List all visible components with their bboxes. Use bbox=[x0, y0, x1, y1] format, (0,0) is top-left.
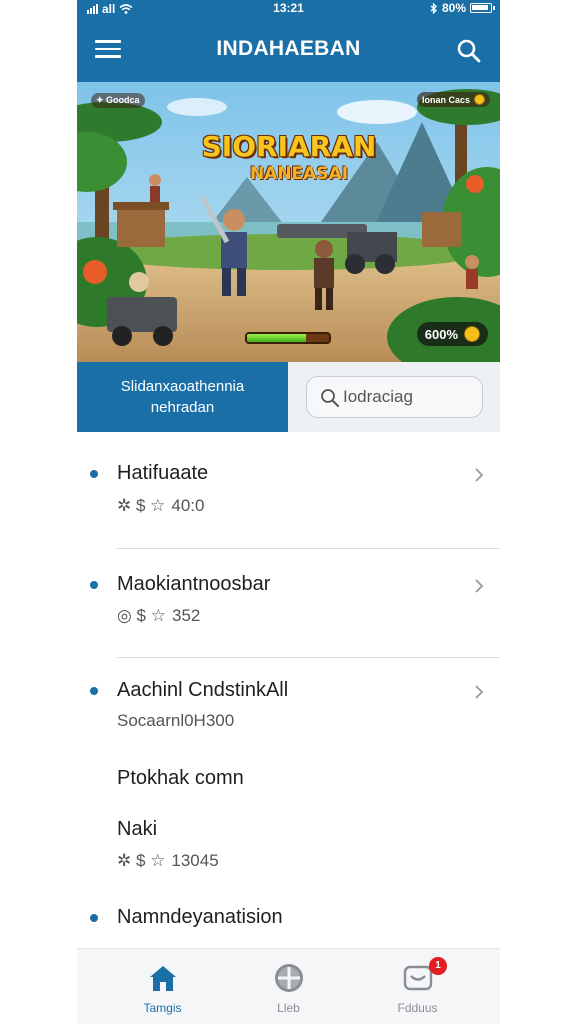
list-item-title: Hatifuaate bbox=[117, 462, 209, 484]
status-right: 80% bbox=[430, 1, 495, 15]
bluetooth-icon bbox=[430, 2, 437, 14]
list-item-title: Maokiantnoosbar bbox=[117, 573, 271, 595]
app-frame: all 13:21 80% INDAHAEBAN SIORIARAN NANEA… bbox=[77, 0, 500, 1024]
coin-counter[interactable]: 600% bbox=[416, 322, 488, 346]
bullet-icon bbox=[90, 470, 98, 478]
list-item-value: 13045 bbox=[171, 851, 219, 870]
list-item[interactable]: Namndeyanatision bbox=[77, 898, 500, 948]
banner-chip-right: Ionan Cacs bbox=[416, 92, 490, 107]
filter-row: Slidanxaoathennia nehradan Iodraciag bbox=[77, 362, 500, 432]
banner-title: SIORIARAN bbox=[201, 130, 377, 163]
banner-progress-bar bbox=[245, 332, 331, 344]
screen: all 13:21 80% INDAHAEBAN SIORIARAN NANEA… bbox=[0, 0, 576, 1024]
bullet-icon bbox=[90, 914, 98, 922]
notification-badge: 1 bbox=[429, 957, 447, 975]
list-item-value: 352 bbox=[171, 606, 201, 625]
bottom-navigation: Tamgis Lleb Fdduus 1 bbox=[77, 948, 500, 1024]
app-header: all 13:21 80% INDAHAEBAN bbox=[77, 0, 500, 82]
nav-inbox[interactable]: Fdduus bbox=[347, 949, 488, 1024]
banner-chip-left: ✦ Goodca bbox=[91, 93, 145, 108]
list-item-title: Namndeyanatision bbox=[117, 906, 283, 928]
coin-icon bbox=[474, 94, 485, 105]
rating-icons: ◎ $ ☆ bbox=[117, 606, 166, 625]
list-item-meta: ✲ $ ☆ 13045 bbox=[117, 851, 219, 871]
banner-chip-left-text: Goodca bbox=[106, 95, 140, 105]
nav-add[interactable]: Lleb bbox=[218, 949, 359, 1024]
search-button[interactable] bbox=[456, 38, 482, 64]
list-item-meta: ◎ $ ☆ 352 bbox=[117, 606, 200, 626]
app-title: INDAHAEBAN bbox=[216, 37, 361, 60]
rating-icons: ✲ $ ☆ bbox=[117, 496, 166, 515]
search-input[interactable]: Iodraciag bbox=[306, 376, 483, 418]
list-item-value: 40:0 bbox=[171, 496, 205, 515]
list-item[interactable]: Ptokhak comn bbox=[77, 738, 500, 798]
bullet-icon bbox=[90, 581, 98, 589]
status-bar: all 13:21 80% bbox=[77, 0, 500, 18]
rating-icons: ✲ $ ☆ bbox=[117, 851, 166, 870]
game-banner[interactable]: SIORIARAN NANEASAI ✦ Goodca Ionan Cacs 6… bbox=[77, 82, 500, 362]
home-icon bbox=[150, 966, 176, 991]
nav-add-label: Lleb bbox=[277, 1001, 300, 1015]
list-item-title: Naki bbox=[117, 818, 158, 840]
banner-chip-right-text: Ionan Cacs bbox=[421, 94, 470, 105]
chevron-right-icon bbox=[475, 468, 484, 482]
list-item-title: Ptokhak comn bbox=[117, 767, 244, 789]
list-item-meta: Socaarnl0H300 bbox=[117, 711, 234, 731]
list-item-title: Aachinl CndstinkAll bbox=[117, 679, 289, 701]
search-icon bbox=[457, 39, 481, 63]
plus-circle-icon bbox=[275, 964, 303, 992]
tab-active-category[interactable]: Slidanxaoathennia nehradan bbox=[77, 362, 288, 432]
list-item-value: Socaarnl0H300 bbox=[117, 711, 235, 730]
coin-icon bbox=[464, 326, 480, 342]
progress-fill bbox=[247, 334, 307, 342]
battery-icon bbox=[470, 3, 495, 13]
search-icon bbox=[321, 389, 339, 407]
list-item[interactable]: Maokiantnoosbar ◎ $ ☆ 352 bbox=[77, 549, 500, 658]
tab-label-line2: nehradan bbox=[150, 399, 215, 416]
list-item[interactable]: Aachinl CndstinkAll Socaarnl0H300 bbox=[77, 658, 500, 738]
bullet-icon bbox=[90, 687, 98, 695]
list-item-meta: ✲ $ ☆ 40:0 bbox=[117, 496, 204, 516]
battery-percent: 80% bbox=[441, 1, 466, 15]
list-item[interactable]: Naki ✲ $ ☆ 13045 bbox=[77, 798, 500, 898]
chevron-right-icon bbox=[475, 579, 484, 593]
tab-label-line1: Slidanxaoathennia bbox=[120, 378, 245, 395]
banner-subtitle: NANEASAI bbox=[249, 164, 349, 184]
search-placeholder: Iodraciag bbox=[343, 387, 413, 406]
coin-counter-value: 600% bbox=[424, 326, 458, 342]
nav-home[interactable]: Tamgis bbox=[92, 949, 233, 1024]
nav-inbox-label: Fdduus bbox=[397, 1001, 438, 1015]
nav-home-label: Tamgis bbox=[143, 1001, 182, 1015]
chevron-right-icon bbox=[475, 685, 484, 699]
list-item[interactable]: Hatifuaate ✲ $ ☆ 40:0 bbox=[77, 432, 500, 549]
banner-illustration bbox=[77, 82, 500, 362]
